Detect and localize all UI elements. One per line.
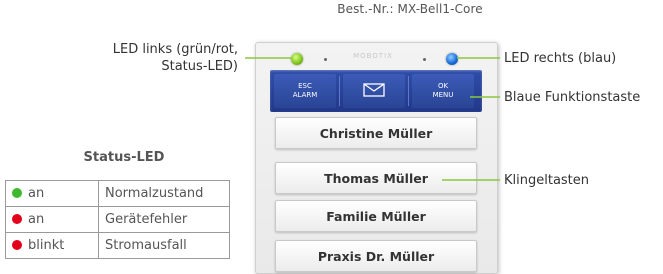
state-text: blinkt [28,238,65,253]
state-cell: an [5,180,99,207]
state-cell: blinkt [5,232,99,259]
green-dot-icon [12,188,22,198]
callout-led-right: LED rechts (blau) [504,51,617,66]
meaning-cell: Normalzustand [98,180,230,207]
state-cell: an [5,206,99,233]
table-row: an Gerätefehler [5,206,230,233]
status-led-title: Status-LED [83,150,165,165]
state-text: an [28,186,45,201]
red-dot-icon [12,240,22,250]
callout-led-left: LED links (grün/rot, Status-LED) [60,41,238,75]
table-row: an Normalzustand [5,180,230,207]
meaning-cell: Gerätefehler [98,206,230,233]
callout-led-left-line2: Status-LED) [161,59,238,74]
table-row: blinkt Stromausfall [5,232,230,259]
status-led-table: an Normalzustand an Gerätefehler blinkt … [5,180,230,259]
red-dot-icon [12,214,22,224]
callout-led-left-line1: LED links (grün/rot, [112,42,238,57]
callout-bell-keys: Klingeltasten [504,173,590,188]
meaning-cell: Stromausfall [98,232,230,259]
state-text: an [28,212,45,227]
callout-function-key: Blaue Funktionstaste [504,90,641,105]
